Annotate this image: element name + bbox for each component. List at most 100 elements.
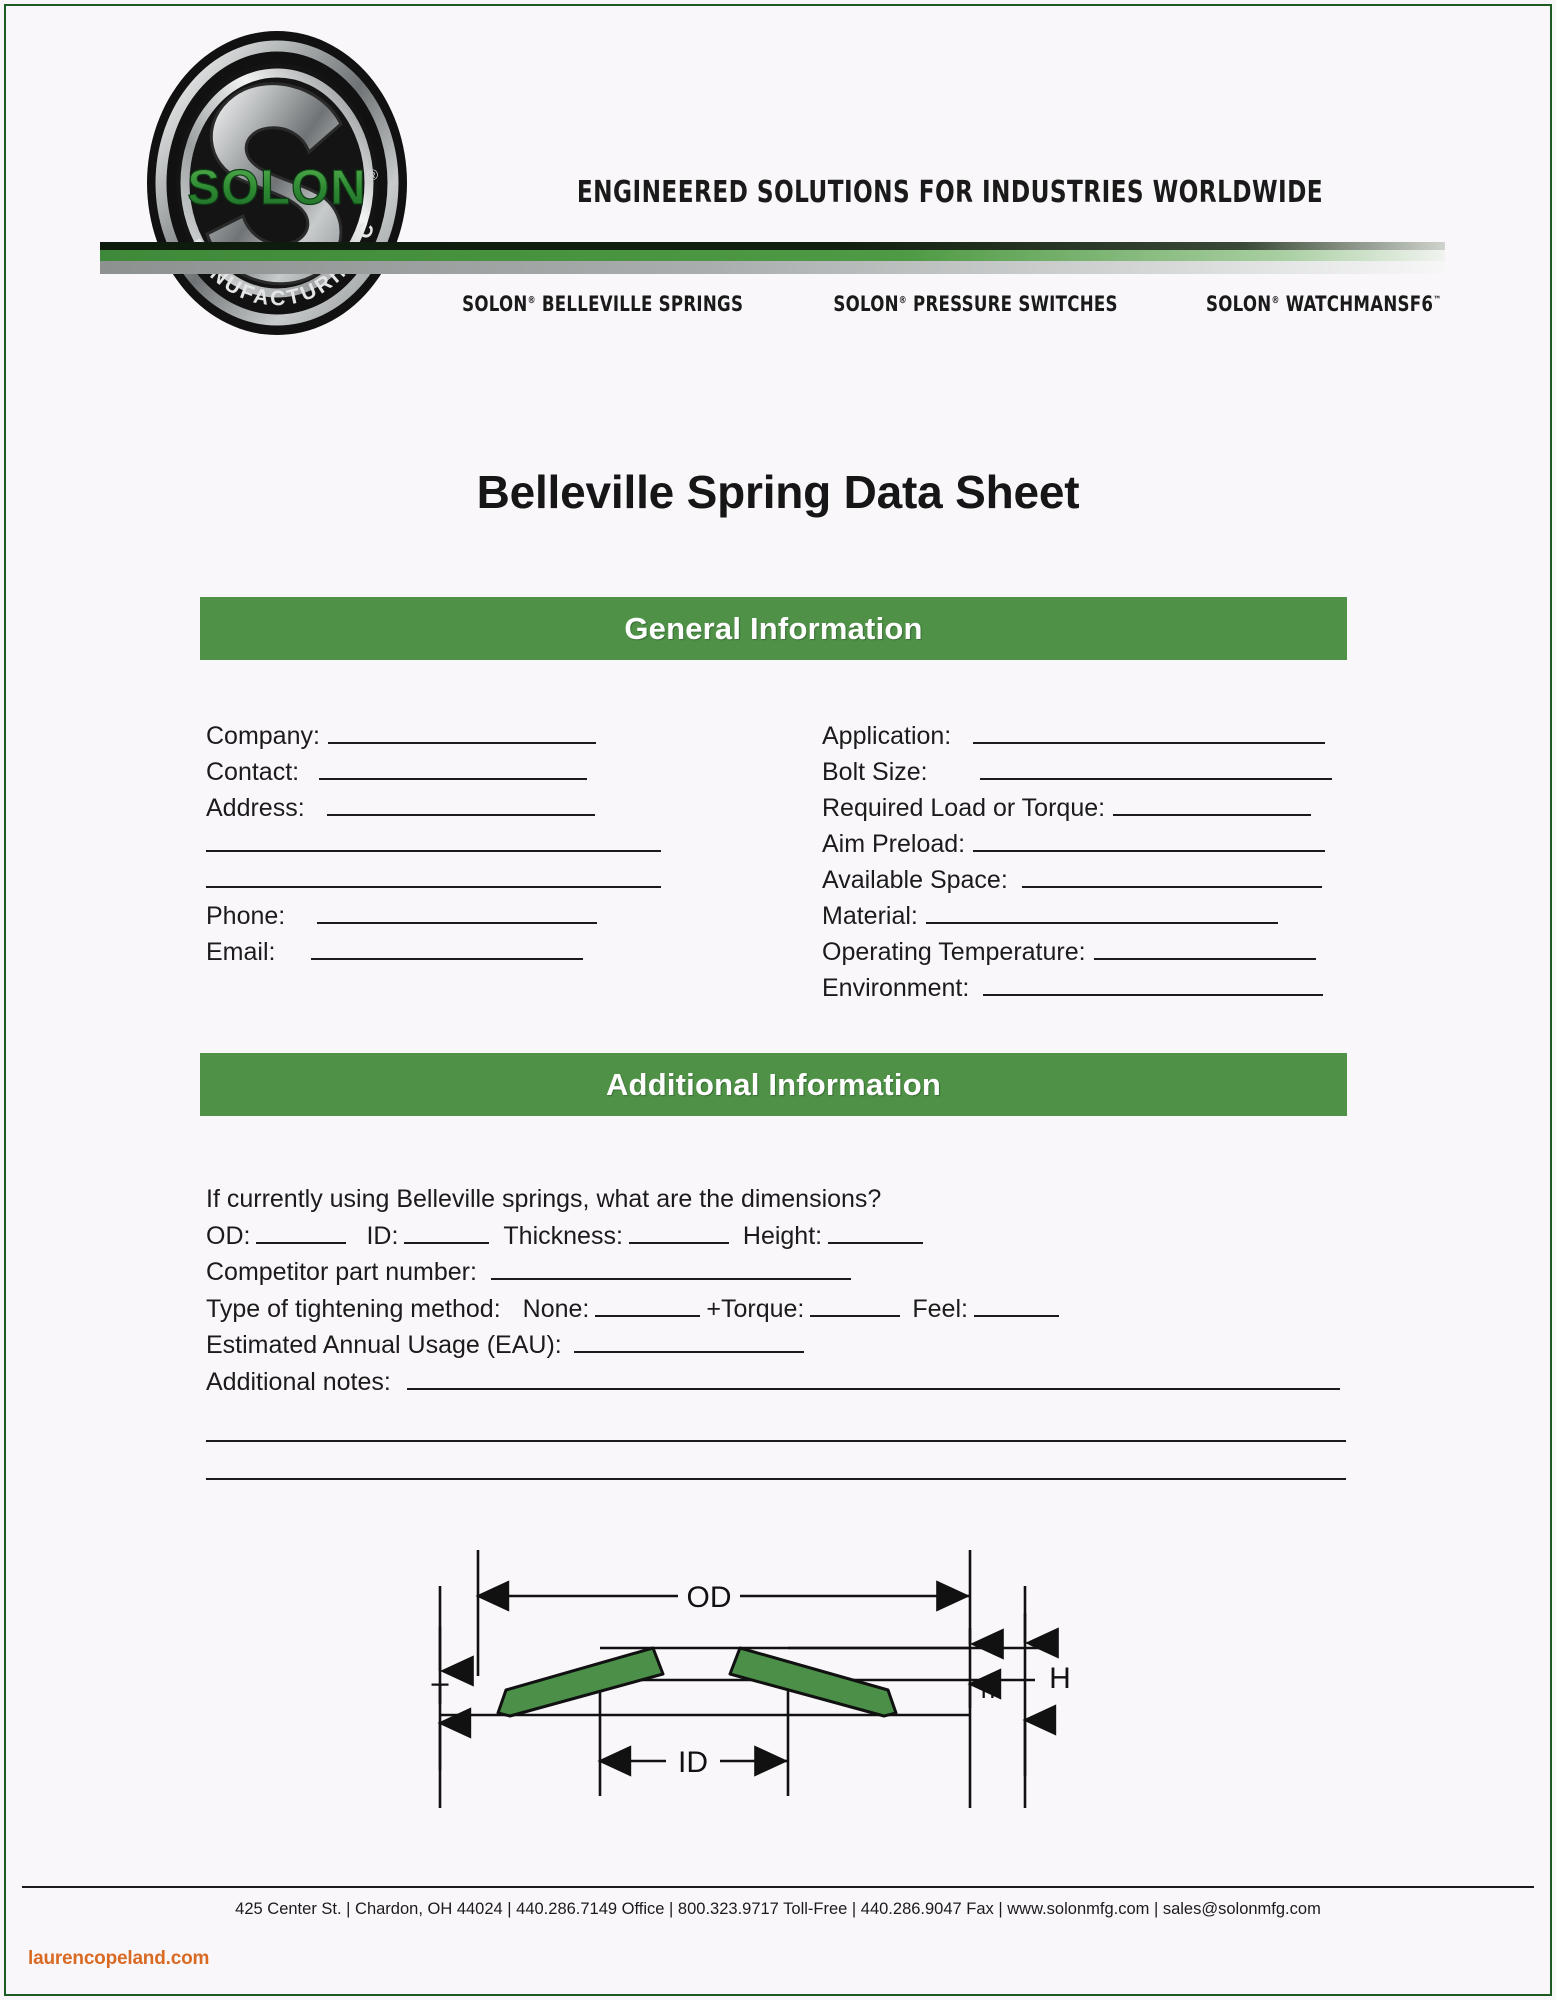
logo-wordmark: SOLON bbox=[187, 161, 366, 215]
page-title: Belleville Spring Data Sheet bbox=[476, 466, 1080, 518]
field-company-label: Company: bbox=[206, 722, 320, 750]
h-small-dim-label: h bbox=[981, 1674, 995, 1704]
product-pressure-switches: SOLON® PRESSURE SWITCHES bbox=[833, 292, 1119, 316]
section-banner-additional: Additional Information bbox=[200, 1053, 1347, 1116]
additional-notes-row: Additional notes: bbox=[206, 1368, 1346, 1405]
registered-icon: ® bbox=[899, 295, 908, 306]
accent-bar-silver bbox=[100, 261, 1445, 274]
registered-icon: ® bbox=[527, 295, 536, 306]
watermark-label: laurencopeland.com bbox=[28, 1948, 210, 1969]
field-required-load: Required Load or Torque: bbox=[822, 794, 1352, 830]
accent-bar-green bbox=[100, 250, 1445, 261]
section-banner-additional-label: Additional Information bbox=[605, 1066, 942, 1102]
field-operating-temperature-input[interactable] bbox=[1093, 938, 1316, 960]
h-cap-dim-label: H bbox=[1049, 1662, 1071, 1695]
tightening-feel-input[interactable] bbox=[973, 1295, 1059, 1317]
tightening-torque-label: +Torque: bbox=[706, 1294, 805, 1323]
id-input[interactable] bbox=[404, 1222, 490, 1244]
field-company: Company: bbox=[206, 722, 676, 758]
additional-notes-line2[interactable] bbox=[206, 1420, 1346, 1442]
field-phone: Phone: bbox=[206, 902, 676, 938]
tightening-method-label: Type of tightening method: bbox=[206, 1294, 501, 1323]
field-aim-preload-input[interactable] bbox=[973, 830, 1326, 852]
field-application-label: Application: bbox=[822, 722, 952, 750]
additional-notes-input[interactable] bbox=[406, 1368, 1340, 1390]
section-banner-general: General Information bbox=[200, 597, 1347, 660]
field-operating-temperature: Operating Temperature: bbox=[822, 938, 1352, 974]
solon-logo-icon: SOLON ® MANUFACTURING CO. bbox=[145, 28, 407, 335]
general-right-fields: Application: Bolt Size: Required Load or… bbox=[822, 722, 1352, 1010]
field-bolt-size: Bolt Size: bbox=[822, 758, 1352, 794]
field-material-input[interactable] bbox=[925, 902, 1278, 924]
field-address-line3-input[interactable] bbox=[206, 866, 661, 888]
field-available-space-input[interactable] bbox=[1021, 866, 1322, 888]
footer-contact-info: 425 Center St. | Chardon, OH 44024 | 440… bbox=[235, 1900, 1321, 1918]
eau-row: Estimated Annual Usage (EAU): bbox=[206, 1331, 1346, 1368]
field-material-label: Material: bbox=[822, 902, 918, 930]
thickness-label: Thickness: bbox=[503, 1221, 623, 1250]
field-environment-input[interactable] bbox=[983, 974, 1324, 996]
document-header: SOLON ® MANUFACTURING CO. ENGINEERED SOL… bbox=[10, 10, 1546, 370]
field-email: Email: bbox=[206, 938, 676, 974]
field-required-load-input[interactable] bbox=[1113, 794, 1312, 816]
field-available-space: Available Space: bbox=[822, 866, 1352, 902]
header-accent-bar bbox=[100, 242, 1445, 274]
additional-notes-line3[interactable] bbox=[206, 1458, 1346, 1480]
field-application-input[interactable] bbox=[973, 722, 1326, 744]
t-dim-label: T bbox=[431, 1678, 449, 1711]
tightening-torque-input[interactable] bbox=[810, 1295, 901, 1317]
product-watchman-sf6: SOLON® WATCHMANSF6™ bbox=[1205, 292, 1441, 316]
footer-divider bbox=[22, 1886, 1534, 1888]
field-address-label: Address: bbox=[206, 794, 305, 822]
field-available-space-label: Available Space: bbox=[822, 866, 1008, 894]
eau-label: Estimated Annual Usage (EAU): bbox=[206, 1331, 562, 1359]
competitor-part-input[interactable] bbox=[490, 1258, 851, 1280]
field-contact-label: Contact: bbox=[206, 758, 300, 786]
height-input[interactable] bbox=[828, 1222, 924, 1244]
field-environment: Environment: bbox=[822, 974, 1352, 1010]
field-address: Address: bbox=[206, 794, 676, 830]
registered-icon: ® bbox=[1270, 295, 1280, 306]
field-company-input[interactable] bbox=[327, 722, 596, 744]
tightening-none-label: None: bbox=[522, 1294, 590, 1323]
product-belleville-springs: SOLON® BELLEVILLE SPRINGS bbox=[462, 292, 744, 316]
field-environment-label: Environment: bbox=[822, 974, 970, 1002]
field-email-input[interactable] bbox=[311, 938, 584, 960]
dimensions-question: If currently using Belleville springs, w… bbox=[206, 1185, 1346, 1222]
spring-section-left bbox=[496, 1646, 665, 1718]
document-sheet: SOLON ® MANUFACTURING CO. ENGINEERED SOL… bbox=[10, 10, 1546, 1990]
field-address-line2 bbox=[206, 830, 676, 866]
general-left-fields: Company: Contact: Address: Phone: Email: bbox=[206, 722, 676, 974]
field-application: Application: bbox=[822, 722, 1352, 758]
competitor-part-row: Competitor part number: bbox=[206, 1258, 1346, 1295]
field-phone-label: Phone: bbox=[206, 902, 286, 930]
trademark-icon: ™ bbox=[1432, 295, 1441, 306]
field-address-line3 bbox=[206, 866, 676, 902]
accent-bar-dark bbox=[100, 242, 1445, 250]
height-label: Height: bbox=[742, 1221, 823, 1250]
field-email-label: Email: bbox=[206, 938, 276, 966]
eau-input[interactable] bbox=[573, 1331, 804, 1353]
belleville-spring-diagram-svg: OD ID T h H bbox=[431, 1550, 1071, 1808]
dimensions-row: OD: ID: Thickness: Height: bbox=[206, 1222, 1346, 1259]
document-page: SOLON ® MANUFACTURING CO. ENGINEERED SOL… bbox=[0, 0, 1556, 2000]
tightening-none-input[interactable] bbox=[595, 1295, 701, 1317]
section-banner-general-label: General Information bbox=[624, 610, 923, 646]
od-input[interactable] bbox=[256, 1222, 347, 1244]
id-dim-label: ID bbox=[678, 1746, 708, 1779]
field-contact-input[interactable] bbox=[319, 758, 588, 780]
od-label: OD: bbox=[206, 1221, 251, 1250]
additional-notes-label: Additional notes: bbox=[206, 1367, 391, 1396]
field-phone-input[interactable] bbox=[317, 902, 598, 924]
additional-information-body: If currently using Belleville springs, w… bbox=[206, 1185, 1346, 1480]
field-required-load-label: Required Load or Torque: bbox=[822, 794, 1106, 822]
field-aim-preload-label: Aim Preload: bbox=[822, 830, 966, 858]
tightening-method-row: Type of tightening method: None: +Torque… bbox=[206, 1295, 1346, 1332]
field-address-input[interactable] bbox=[326, 794, 595, 816]
field-bolt-size-input[interactable] bbox=[979, 758, 1332, 780]
competitor-part-label: Competitor part number: bbox=[206, 1258, 477, 1286]
tightening-feel-label: Feel: bbox=[912, 1294, 968, 1323]
belleville-spring-diagram: OD ID T h H bbox=[410, 1508, 1170, 1808]
field-address-line2-input[interactable] bbox=[206, 830, 661, 852]
thickness-input[interactable] bbox=[628, 1222, 729, 1244]
